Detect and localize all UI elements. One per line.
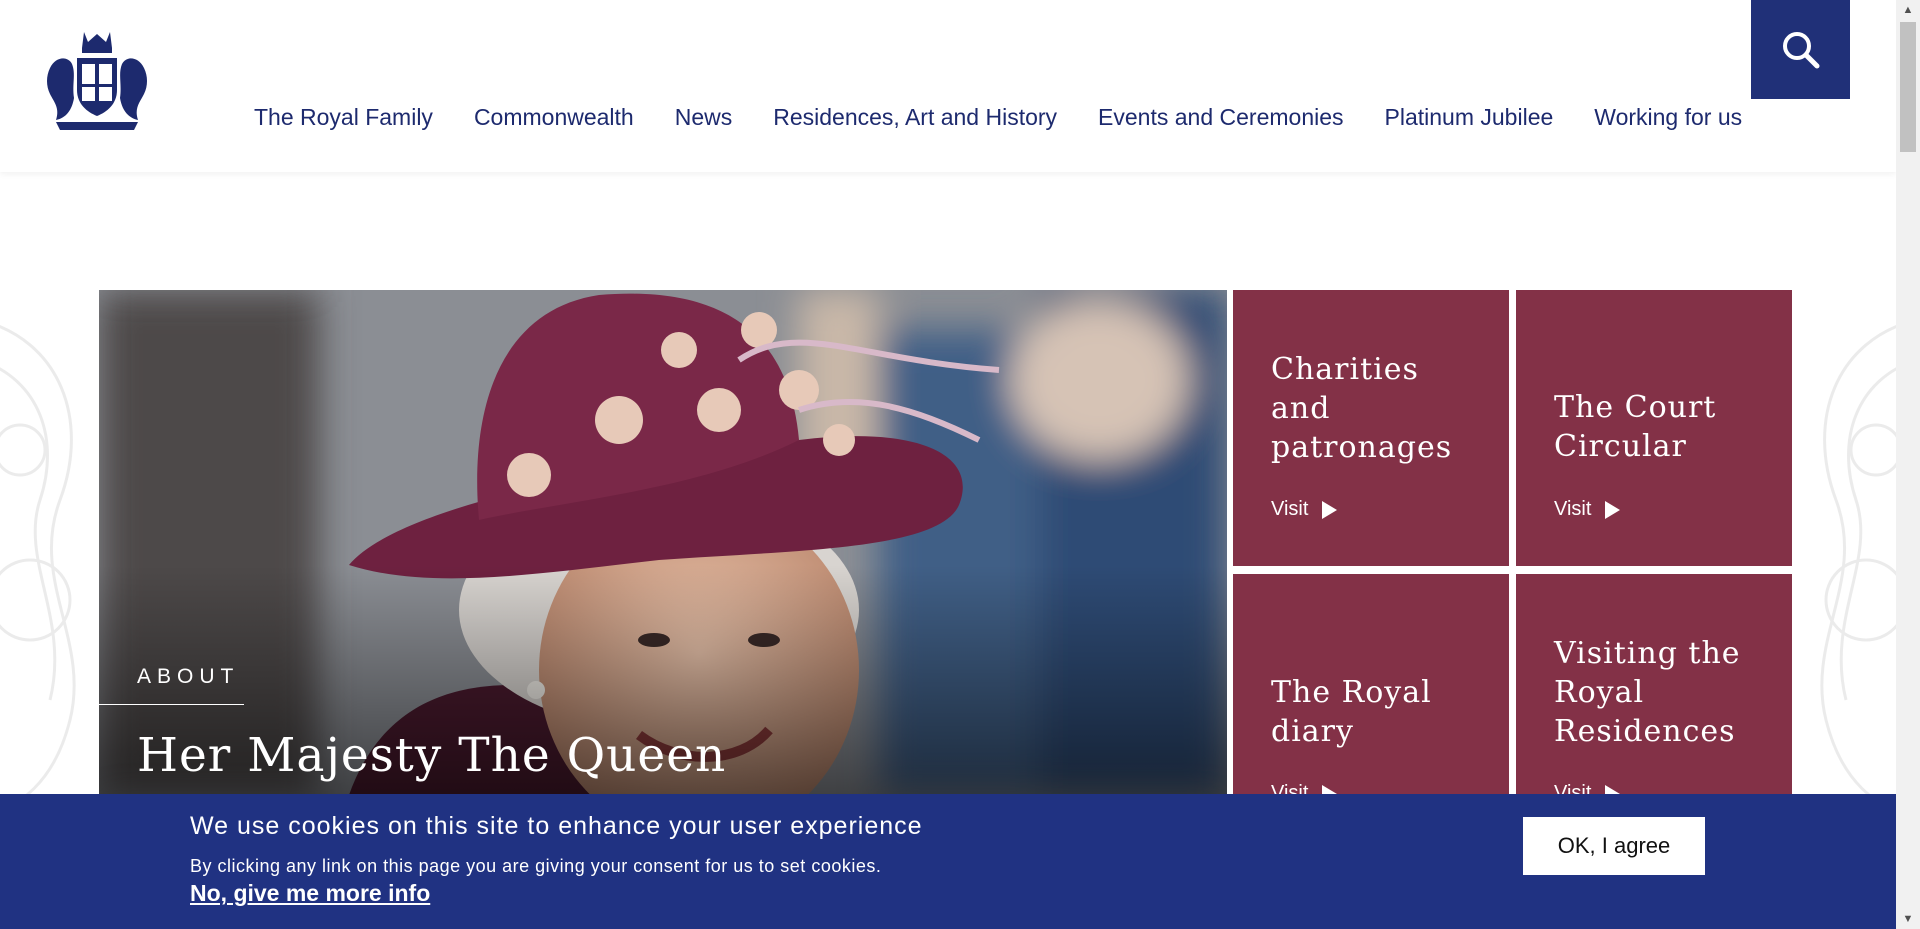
- site-header: The Royal Family Commonwealth News Resid…: [0, 0, 1896, 172]
- cookie-banner: We use cookies on this site to enhance y…: [0, 794, 1896, 929]
- tile-charities[interactable]: Charities and patronages Visit: [1233, 290, 1509, 566]
- main-navigation: The Royal Family Commonwealth News Resid…: [254, 104, 1742, 131]
- tile-court-circular[interactable]: The Court Circular Visit: [1516, 290, 1792, 566]
- tile-visit-link[interactable]: Visit: [1554, 498, 1621, 521]
- nav-item-news[interactable]: News: [675, 104, 733, 131]
- hero-divider: [99, 704, 244, 705]
- royal-coat-of-arms-icon: [47, 32, 147, 130]
- vertical-scrollbar[interactable]: ▲ ▼: [1896, 0, 1920, 929]
- tile-visit-label: Visit: [1554, 498, 1592, 520]
- tile-visit-link[interactable]: Visit: [1271, 498, 1338, 521]
- play-arrow-icon: [1605, 500, 1621, 519]
- nav-item-commonwealth[interactable]: Commonwealth: [474, 104, 634, 131]
- play-arrow-icon: [1322, 500, 1338, 519]
- cookie-more-info-link[interactable]: No, give me more info: [190, 880, 430, 907]
- scrollbar-thumb[interactable]: [1900, 22, 1916, 152]
- search-button[interactable]: [1751, 0, 1850, 99]
- tile-title: The Royal diary: [1271, 675, 1432, 749]
- nav-item-working-for-us[interactable]: Working for us: [1594, 104, 1742, 131]
- royal-coat-of-arms-logo[interactable]: [42, 28, 152, 132]
- watermark-crest-right: [1820, 325, 1896, 812]
- hero-card[interactable]: ABOUT Her Majesty The Queen: [99, 290, 1227, 795]
- tile-title: Charities and patronages: [1271, 352, 1453, 465]
- hero-title[interactable]: Her Majesty The Queen: [137, 728, 726, 783]
- nav-item-events[interactable]: Events and Ceremonies: [1098, 104, 1343, 131]
- cookie-heading: We use cookies on this site to enhance y…: [190, 812, 923, 840]
- tile-visit-label: Visit: [1271, 498, 1309, 520]
- scroll-up-icon[interactable]: ▲: [1896, 0, 1920, 20]
- tile-title: The Court Circular: [1554, 390, 1717, 464]
- watermark-crest-left: [0, 325, 76, 812]
- cookie-text: By clicking any link on this page you ar…: [190, 856, 882, 876]
- cookie-agree-button[interactable]: OK, I agree: [1523, 817, 1705, 875]
- nav-item-residences[interactable]: Residences, Art and History: [773, 104, 1057, 131]
- nav-item-royal-family[interactable]: The Royal Family: [254, 104, 433, 131]
- hero-kicker: ABOUT: [137, 665, 240, 688]
- scroll-down-icon[interactable]: ▼: [1896, 909, 1920, 929]
- nav-item-platinum-jubilee[interactable]: Platinum Jubilee: [1385, 104, 1554, 131]
- tile-title: Visiting the Royal Residences: [1554, 636, 1741, 749]
- search-icon: [1782, 31, 1819, 68]
